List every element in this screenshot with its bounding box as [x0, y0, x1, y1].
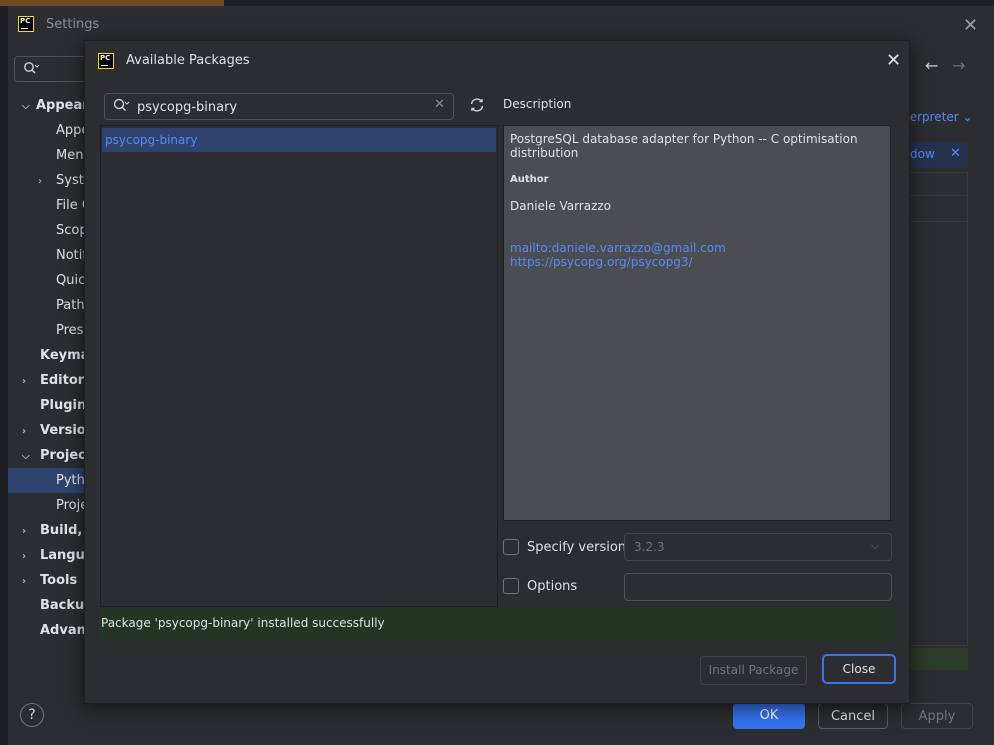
packages-table [906, 172, 969, 646]
description-label: Description [503, 97, 572, 111]
settings-search-input[interactable] [14, 56, 94, 82]
tree-item-python-interpreter[interactable]: Python Interpreter [8, 468, 86, 493]
specify-version-checkbox[interactable] [503, 539, 519, 555]
specify-version-label: Specify version [527, 540, 627, 555]
refresh-icon[interactable] [468, 96, 486, 119]
description-summary: PostgreSQL database adapter for Python -… [510, 132, 858, 160]
back-arrow-icon[interactable]: ← [925, 56, 938, 75]
settings-titlebar: PC Settings ✕ [8, 6, 994, 44]
search-icon [23, 61, 40, 79]
settings-title: Settings [46, 17, 100, 32]
author-heading: Author [510, 174, 549, 185]
search-icon [112, 97, 130, 117]
table-divider [907, 221, 969, 222]
interpreter-link[interactable]: terpreter ⌄ [905, 110, 973, 124]
package-list: psycopg-binary [100, 125, 498, 607]
chevron-right-icon: › [38, 176, 42, 187]
forward-arrow-icon[interactable]: → [952, 56, 965, 75]
homepage-link[interactable]: https://psycopg.org/psycopg3/ [510, 255, 693, 269]
author-name: Daniele Varrazzo [510, 199, 612, 213]
pycharm-logo-icon: PC [98, 53, 114, 69]
email-link[interactable]: mailto:daniele.varrazzo@gmail.com [510, 241, 726, 255]
success-strip [906, 648, 968, 670]
chevron-right-icon: › [22, 526, 27, 537]
close-icon[interactable]: ✕ [963, 15, 978, 36]
chevron-right-icon: › [22, 576, 27, 587]
version-value: 3.2.3 [634, 540, 665, 554]
close-icon[interactable]: ✕ [950, 146, 961, 161]
version-select[interactable]: 3.2.3 ⌵ [624, 533, 892, 561]
description-panel: PostgreSQL database adapter for Python -… [503, 125, 891, 521]
dialog-title: Available Packages [126, 53, 250, 68]
chevron-down-icon: ⌵ [22, 101, 30, 112]
close-icon[interactable]: ✕ [886, 50, 901, 71]
list-item[interactable]: psycopg-binary [102, 128, 496, 152]
available-packages-dialog: PC Available Packages ✕ ✕ psycopg-binary… [84, 40, 910, 704]
package-search-field[interactable]: ✕ [104, 93, 454, 120]
clear-search-icon[interactable]: ✕ [434, 97, 445, 112]
help-button[interactable]: ? [20, 703, 44, 727]
chevron-right-icon: › [22, 426, 27, 437]
options-input[interactable] [624, 573, 892, 601]
package-name: psycopg-binary [105, 133, 198, 147]
pycharm-logo-icon: PC [18, 16, 34, 32]
options-checkbox[interactable] [503, 578, 519, 594]
close-button[interactable]: Close [822, 654, 896, 684]
chevron-down-icon: ⌵ [871, 539, 880, 552]
install-package-button[interactable]: Install Package [700, 656, 807, 685]
status-banner: Package 'psycopg-binary' installed succe… [100, 609, 896, 641]
table-divider [907, 195, 969, 196]
status-text: Package 'psycopg-binary' installed succe… [101, 616, 385, 630]
package-search-input[interactable] [137, 98, 427, 116]
chevron-down-icon: ⌵ [22, 451, 30, 462]
window-edge [0, 6, 8, 745]
chevron-right-icon: › [22, 376, 27, 387]
options-label: Options [527, 579, 578, 594]
apply-button[interactable]: Apply [901, 703, 973, 729]
ok-button[interactable]: OK [733, 703, 805, 729]
chevron-right-icon: › [22, 551, 27, 562]
tool-window-link[interactable]: dow [910, 147, 935, 161]
cancel-button[interactable]: Cancel [818, 703, 888, 729]
